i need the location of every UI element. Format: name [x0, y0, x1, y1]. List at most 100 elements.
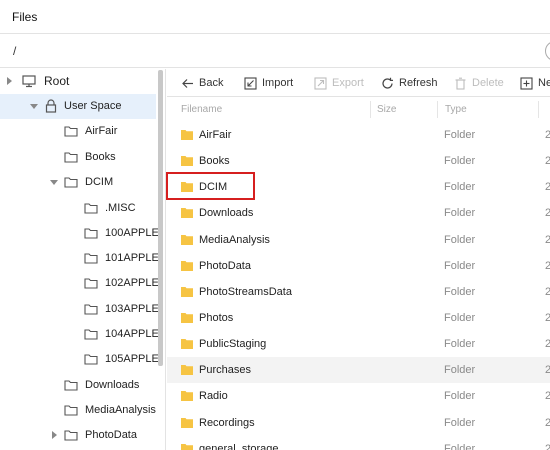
delete-button[interactable]: Delete — [454, 74, 504, 92]
folder-icon — [84, 253, 98, 264]
table-row[interactable]: Downloads Folder 2 — [167, 200, 550, 226]
folder-icon — [84, 304, 98, 315]
table-row[interactable]: Books Folder 2 — [167, 148, 550, 174]
refresh-button[interactable]: Refresh — [381, 74, 438, 92]
tree-item-dcim[interactable]: DCIM — [0, 170, 156, 195]
title-bar: Files — [0, 0, 550, 34]
column-divider[interactable] — [370, 101, 371, 118]
tree-item-102apple[interactable]: 102APPLE — [0, 271, 159, 296]
chevron-right-icon[interactable] — [7, 77, 12, 85]
file-type: Folder — [444, 155, 476, 167]
file-name: Recordings — [199, 417, 255, 429]
refresh-label: Refresh — [399, 77, 438, 89]
tree-item-root[interactable]: Root — [0, 69, 156, 94]
table-row[interactable]: Purchases Folder 2 — [167, 357, 550, 383]
file-date: 2 — [545, 364, 550, 376]
tree-item-label: 103APPLE — [105, 303, 159, 315]
folder-icon — [181, 235, 193, 245]
tree-item-mediaanalysis[interactable]: MediaAnalysis — [0, 398, 156, 423]
file-name: Photos — [199, 312, 234, 324]
file-type: Folder — [444, 260, 476, 272]
column-size[interactable]: Size — [377, 104, 396, 115]
column-filename[interactable]: Filename — [181, 104, 222, 115]
file-type: Folder — [444, 417, 476, 429]
new-folder-button[interactable]: Ne — [520, 74, 550, 92]
tree-item-105apple[interactable]: 105APPLE — [0, 347, 159, 372]
tree-item-label: 102APPLE — [105, 277, 159, 289]
table-row[interactable]: Recordings Folder 2 — [167, 410, 550, 436]
chevron-right-icon[interactable] — [52, 431, 57, 439]
new-label: Ne — [538, 77, 550, 89]
folder-icon — [84, 354, 98, 365]
import-icon — [244, 76, 257, 90]
file-type: Folder — [444, 181, 476, 193]
tree-item-books[interactable]: Books — [0, 145, 156, 170]
tree-item-label: AirFair — [85, 125, 118, 137]
folder-icon — [181, 313, 193, 323]
file-type: Folder — [444, 443, 476, 450]
file-date: 2 — [545, 443, 550, 450]
folder-icon — [181, 339, 193, 349]
file-type: Folder — [444, 364, 476, 376]
back-button[interactable]: Back — [181, 74, 223, 92]
path-field[interactable]: / — [13, 44, 16, 58]
column-divider[interactable] — [437, 101, 438, 118]
tree-item-104apple[interactable]: 104APPLE — [0, 322, 159, 347]
import-button[interactable]: Import — [244, 74, 293, 92]
tree-item-airfair[interactable]: AirFair — [0, 119, 156, 144]
folder-icon — [64, 177, 78, 188]
tree-item-label: User Space — [64, 100, 122, 112]
file-name: Radio — [199, 390, 228, 402]
column-divider[interactable] — [538, 101, 539, 118]
file-date: 2 — [545, 338, 550, 350]
table-row[interactable]: Photos Folder 2 — [167, 305, 550, 331]
tree-item-user-space[interactable]: User Space — [0, 94, 156, 119]
tree-item-label: PhotoData — [85, 429, 137, 441]
folder-icon — [84, 228, 98, 239]
tree-item-downloads[interactable]: Downloads — [0, 373, 156, 398]
folder-icon — [64, 405, 78, 416]
file-name: AirFair — [199, 129, 232, 141]
delete-label: Delete — [472, 77, 504, 89]
tree-item-label: DCIM — [85, 176, 114, 188]
file-date: 2 — [545, 390, 550, 402]
column-type[interactable]: Type — [445, 104, 467, 115]
file-date: 2 — [545, 312, 550, 324]
export-button[interactable]: Export — [314, 74, 364, 92]
toolbar: Back Import Export Refresh Delete Ne — [167, 69, 550, 97]
table-row[interactable]: Radio Folder 2 — [167, 383, 550, 409]
export-icon — [314, 76, 327, 90]
file-date: 2 — [545, 234, 550, 246]
table-row[interactable]: PhotoData Folder 2 — [167, 253, 550, 279]
tree-item-label: 104APPLE — [105, 328, 159, 340]
file-name: Purchases — [199, 364, 251, 376]
table-row[interactable]: PublicStaging Folder 2 — [167, 331, 550, 357]
table-row[interactable]: MediaAnalysis Folder 2 — [167, 227, 550, 253]
table-row[interactable]: general_storage Folder 2 — [167, 436, 550, 450]
tree-item-101apple[interactable]: 101APPLE — [0, 246, 159, 271]
file-name: Downloads — [199, 207, 254, 219]
file-type: Folder — [444, 338, 476, 350]
tree-item-photodata[interactable]: PhotoData — [0, 423, 156, 448]
table-row[interactable]: PhotoStreamsData Folder 2 — [167, 279, 550, 305]
table-row[interactable]: AirFair Folder 2 — [167, 122, 550, 148]
import-label: Import — [262, 77, 294, 89]
path-action-button[interactable] — [545, 41, 550, 61]
tree-item-103apple[interactable]: 103APPLE — [0, 297, 159, 322]
tree-item-100apple[interactable]: 100APPLE — [0, 221, 159, 246]
folder-icon — [64, 152, 78, 163]
file-name: Books — [199, 155, 230, 167]
folder-icon — [64, 380, 78, 391]
tree-scrollbar[interactable] — [158, 70, 163, 366]
computer-icon — [22, 75, 36, 88]
chevron-down-icon[interactable] — [30, 104, 38, 109]
file-name: PhotoStreamsData — [199, 286, 292, 298]
folder-icon — [181, 391, 193, 401]
window-title: Files — [12, 10, 38, 24]
chevron-down-icon[interactable] — [50, 180, 58, 185]
export-label: Export — [332, 77, 364, 89]
folder-icon — [181, 130, 193, 140]
tree-item-label: Root — [44, 74, 70, 88]
refresh-icon — [382, 77, 393, 89]
tree-item-misc[interactable]: .MISC — [0, 196, 156, 221]
